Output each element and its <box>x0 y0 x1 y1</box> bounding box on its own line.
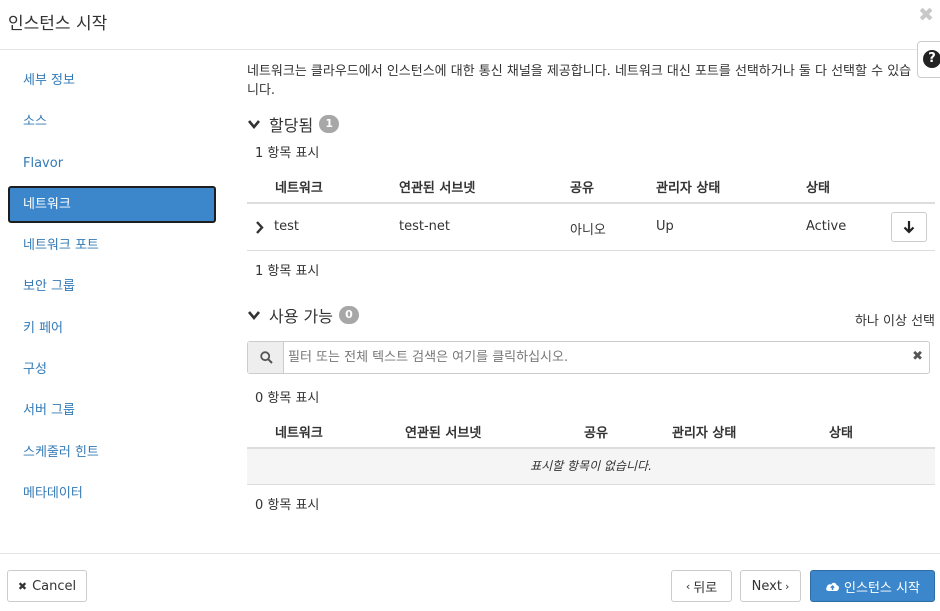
wizard-nav: 세부 정보 소스 Flavor 네트워크 네트워크 포트 보안 그룹 키 페어 … <box>8 62 216 516</box>
chevron-down-icon <box>248 311 260 321</box>
allocated-count-top: 1 항목 표시 <box>255 146 320 161</box>
col-shared: 공유 <box>570 181 594 196</box>
select-hint: 하나 이상 선택 <box>854 314 935 329</box>
col-status: 상태 <box>806 181 830 196</box>
allocated-count-bottom: 1 항목 표시 <box>255 264 320 279</box>
chevron-left-icon: ‹ <box>685 579 691 593</box>
allocated-title: 할당됨 <box>269 116 314 135</box>
empty-message: 표시할 항목이 없습니다. <box>247 449 935 485</box>
close-icon: ✖ <box>17 579 28 593</box>
cell-admin-state: Up <box>656 219 674 234</box>
col-network: 네트워크 <box>275 181 323 196</box>
available-section-toggle[interactable]: 사용 가능 0 <box>247 303 359 327</box>
col-network: 네트워크 <box>275 426 323 441</box>
nav-item-network-ports[interactable]: 네트워크 포트 <box>8 227 216 264</box>
cloud-upload-icon <box>826 582 840 591</box>
cell-shared: 아니오 <box>570 223 606 238</box>
allocated-section-toggle[interactable]: 할당됨 1 <box>247 112 340 136</box>
cancel-label: Cancel <box>32 578 77 594</box>
col-shared: 공유 <box>584 426 608 441</box>
deallocate-button[interactable] <box>891 212 927 242</box>
clear-search-icon[interactable]: ✖ <box>912 349 923 364</box>
nav-item-details[interactable]: 세부 정보 <box>8 62 216 99</box>
col-admin-state: 관리자 상태 <box>672 426 737 441</box>
nav-item-source[interactable]: 소스 <box>8 103 216 140</box>
col-admin-state: 관리자 상태 <box>656 181 721 196</box>
next-button[interactable]: Next › <box>740 570 801 602</box>
nav-item-scheduler-hints[interactable]: 스케줄러 힌트 <box>8 434 216 471</box>
modal-footer: ✖ Cancel ‹ 뒤로 Next › 인스턴스 시작 <box>0 553 940 611</box>
table-row: test test-net 아니오 Up Active <box>247 204 935 251</box>
table-header: 네트워크 연관된 서브넷 공유 관리자 상태 상태 <box>247 411 935 449</box>
search-addon <box>248 342 284 373</box>
back-label: 뒤로 <box>693 580 718 596</box>
arrow-down-icon <box>903 221 915 234</box>
available-count-top: 0 항목 표시 <box>255 391 320 406</box>
nav-item-networks[interactable]: 네트워크 <box>8 185 216 223</box>
chevron-down-icon <box>248 120 260 130</box>
nav-item-flavor[interactable]: Flavor <box>8 145 216 182</box>
close-icon[interactable]: ✖ <box>918 4 934 26</box>
modal-header: 인스턴스 시작 ✖ <box>0 0 940 50</box>
launch-label: 인스턴스 시작 <box>844 580 920 596</box>
nav-item-configuration[interactable]: 구성 <box>8 351 216 388</box>
launch-instance-button[interactable]: 인스턴스 시작 <box>810 570 935 602</box>
cell-network: test <box>274 219 299 234</box>
available-table: 네트워크 연관된 서브넷 공유 관리자 상태 상태 표시할 항목이 없습니다. <box>247 411 935 485</box>
nav-item-server-groups[interactable]: 서버 그룹 <box>8 392 216 429</box>
intro-text: 네트워크는 클라우드에서 인스턴스에 대한 통신 채널을 제공합니다. 네트워크… <box>247 64 912 98</box>
next-label: Next <box>751 578 782 594</box>
search-bar: ✖ <box>247 341 930 374</box>
search-input[interactable] <box>286 342 906 373</box>
col-status: 상태 <box>829 426 853 441</box>
chevron-right-icon[interactable] <box>255 221 264 234</box>
nav-item-metadata[interactable]: 메타데이터 <box>8 475 216 512</box>
allocated-table: 네트워크 연관된 서브넷 공유 관리자 상태 상태 test test-net … <box>247 166 935 251</box>
col-subnet: 연관된 서브넷 <box>405 426 482 441</box>
modal-title: 인스턴스 시작 <box>8 14 108 34</box>
available-count-badge: 0 <box>338 306 359 324</box>
allocated-count-badge: 1 <box>319 115 340 133</box>
available-title: 사용 가능 <box>269 307 333 326</box>
table-header: 네트워크 연관된 서브넷 공유 관리자 상태 상태 <box>247 166 935 204</box>
cell-status: Active <box>806 219 847 234</box>
available-count-bottom: 0 항목 표시 <box>255 498 320 513</box>
nav-item-key-pair[interactable]: 키 페어 <box>8 310 216 347</box>
cell-subnet: test-net <box>399 219 450 234</box>
main-panel: 네트워크는 클라우드에서 인스턴스에 대한 통신 채널을 제공합니다. 네트워크… <box>247 62 935 513</box>
search-icon <box>260 351 273 364</box>
col-subnet: 연관된 서브넷 <box>399 181 476 196</box>
chevron-right-icon: › <box>784 579 790 593</box>
back-button[interactable]: ‹ 뒤로 <box>671 570 732 602</box>
cancel-button[interactable]: ✖ Cancel <box>7 570 87 602</box>
nav-item-security-groups[interactable]: 보안 그룹 <box>8 268 216 305</box>
